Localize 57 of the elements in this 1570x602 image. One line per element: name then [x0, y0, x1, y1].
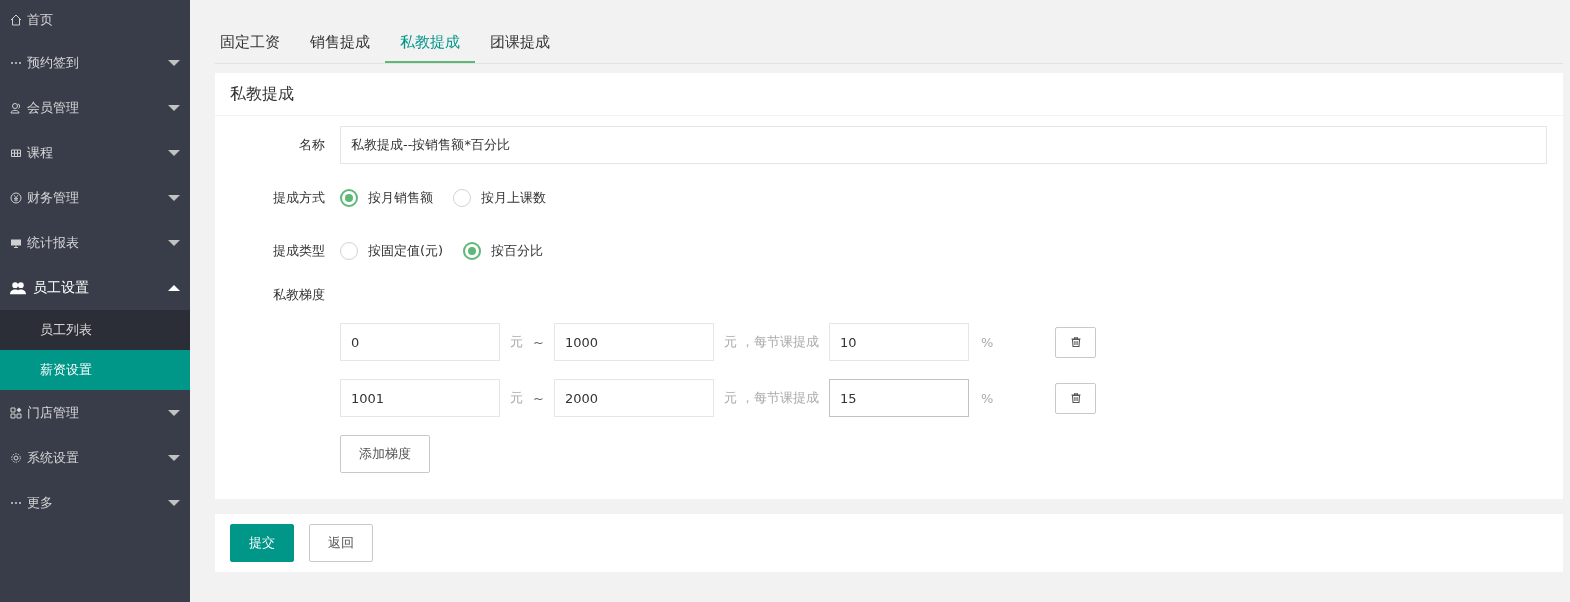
name-input[interactable]: 私教提成--按销售额*百分比 — [340, 126, 1547, 164]
nav-item[interactable]: 门店管理 — [0, 390, 190, 435]
field-label: 私教梯度 — [272, 286, 326, 304]
nav-item[interactable]: 课程 — [0, 130, 190, 175]
range-separator: ~ — [533, 390, 544, 406]
add-tier-button[interactable]: 添加梯度 — [340, 435, 430, 473]
unit-text: 元 — [723, 333, 737, 351]
radio-option[interactable]: 按固定值(元) — [340, 242, 444, 260]
delete-button[interactable] — [1055, 326, 1097, 358]
back-button[interactable]: 返回 — [309, 524, 373, 562]
user-icon — [10, 101, 22, 114]
unit-text: 元 — [510, 389, 523, 407]
rate-input[interactable]: 15 — [828, 379, 969, 417]
submit-button[interactable]: 提交 — [230, 524, 294, 562]
amount-input[interactable]: 1000 — [553, 323, 714, 361]
yen-icon — [10, 191, 22, 204]
delete-button[interactable] — [1055, 382, 1097, 414]
rate-label: ，每节课提成 — [740, 389, 819, 407]
submenu-item[interactable]: 薪资设置 — [0, 350, 190, 390]
users-icon — [10, 280, 26, 295]
apps-icon — [10, 406, 22, 419]
unit-text: % — [980, 390, 994, 406]
rate-input[interactable]: 10 — [828, 323, 969, 361]
tab[interactable]: 固定工资 — [215, 23, 295, 63]
grid-icon — [10, 146, 22, 159]
unit-text: 元 — [510, 333, 523, 351]
card-title: 私教提成 — [215, 73, 1563, 116]
nav-item[interactable]: 系统设置 — [0, 435, 190, 480]
rate-label: ，每节课提成 — [740, 333, 819, 351]
radio-option[interactable]: 按百分比 — [463, 242, 544, 260]
unit-text: 元 — [723, 389, 737, 407]
radio-button[interactable] — [340, 189, 358, 207]
nav-item[interactable]: 预约签到 — [0, 40, 190, 85]
trash-icon — [1069, 336, 1082, 348]
radio-option[interactable]: 按月上课数 — [453, 189, 546, 207]
trash-icon — [1069, 392, 1082, 404]
settings-icon — [10, 451, 22, 464]
field-label: 提成类型 — [272, 242, 326, 260]
unit-text: % — [980, 334, 994, 350]
tab[interactable]: 销售提成 — [295, 23, 385, 63]
nav-item[interactable]: 财务管理 — [0, 175, 190, 220]
amount-input[interactable]: 2000 — [553, 379, 714, 417]
nav-item[interactable]: 首页 — [0, 0, 190, 40]
nav-item[interactable]: 统计报表 — [0, 220, 190, 265]
radio-button[interactable] — [463, 242, 482, 260]
field-label: 名称 — [298, 136, 326, 154]
home-icon — [10, 14, 22, 26]
field-label: 提成方式 — [272, 189, 326, 207]
range-separator: ~ — [533, 334, 544, 350]
nav-item[interactable]: 员工设置 — [0, 265, 190, 310]
tab[interactable]: 团课提成 — [475, 23, 565, 63]
amount-input[interactable]: 1001 — [340, 379, 500, 417]
nav-item[interactable]: 会员管理 — [0, 85, 190, 130]
submenu-item[interactable]: 员工列表 — [0, 310, 190, 350]
radio-option[interactable]: 按月销售额 — [340, 189, 433, 207]
amount-input[interactable]: 0 — [340, 323, 500, 361]
nav-item[interactable]: 更多 — [0, 480, 190, 525]
